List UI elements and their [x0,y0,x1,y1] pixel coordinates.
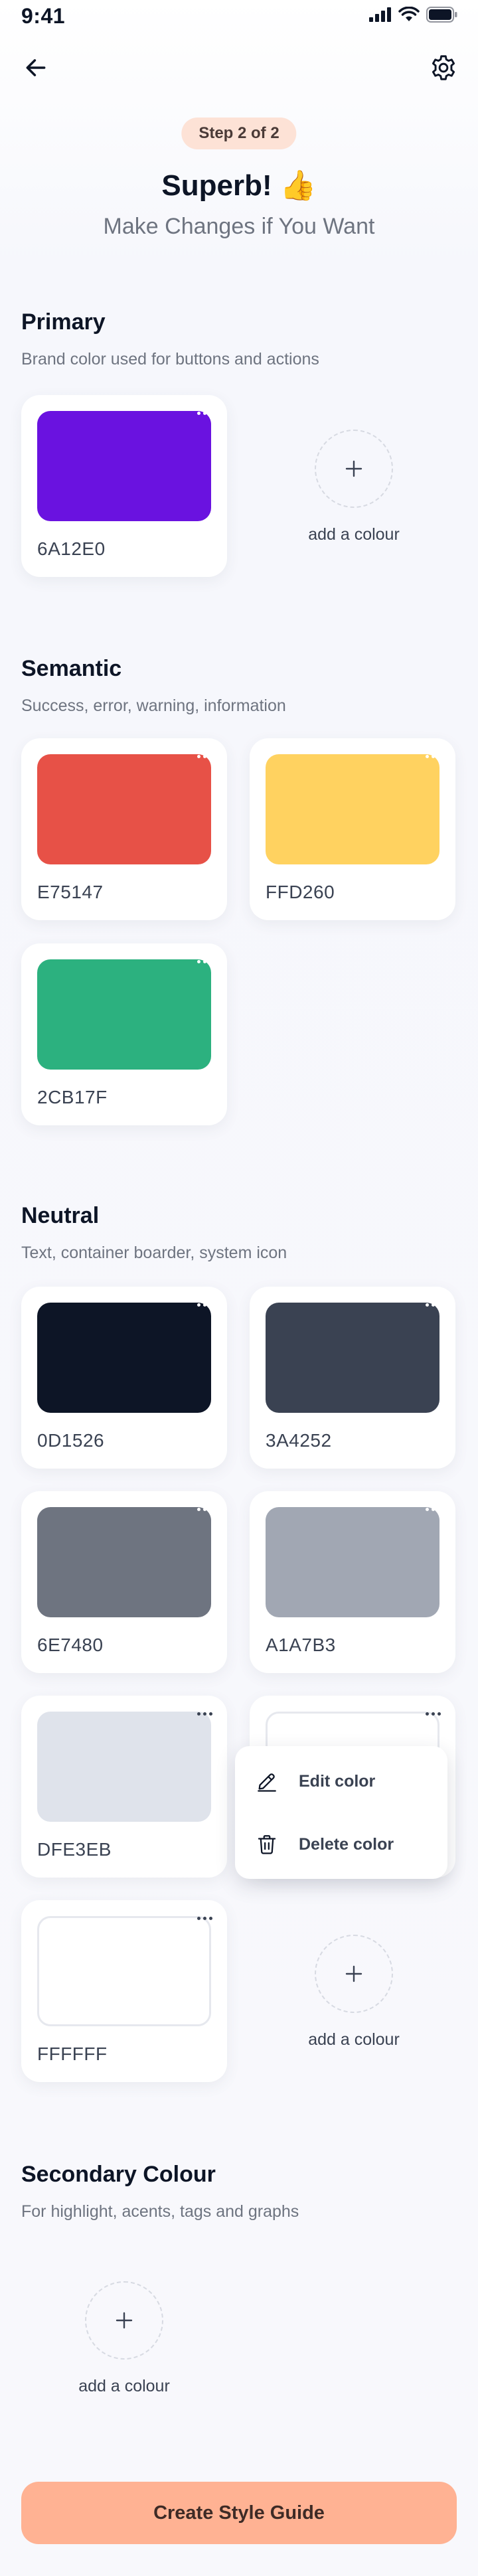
add-colour-circle [315,430,393,508]
add-colour-label: add a colour [308,2030,400,2049]
color-hex: 3A4252 [266,1430,332,1451]
plus-icon [345,460,362,477]
color-swatch [37,959,211,1070]
color-swatch [37,754,211,864]
status-icons [369,7,458,23]
more-horizontal-icon[interactable] [420,1502,446,1516]
add-colour-primary[interactable]: add a colour [251,395,457,577]
arrow-left-icon [26,59,46,76]
color-card-a1a7b3[interactable]: A1A7B3 [250,1491,455,1673]
add-colour-circle [315,1935,393,2013]
color-card-2cb17f[interactable]: 2CB17F [21,943,227,1125]
back-button[interactable] [16,48,56,88]
more-horizontal-icon[interactable] [420,1706,446,1721]
section-title-semantic: Semantic [21,656,122,681]
edit-color-label: Edit color [299,1771,376,1791]
color-hex: 2CB17F [37,1087,108,1107]
color-context-menu: Edit color Delete color [235,1746,447,1879]
page-title: Superb! 👍 [161,169,317,202]
color-card-6a12e0[interactable]: 6A12E0 [21,395,227,577]
delete-color-menu-item[interactable]: Delete color [235,1818,447,1871]
trash-icon [255,1832,279,1856]
color-swatch [266,1303,439,1413]
more-horizontal-icon[interactable] [191,1502,218,1516]
color-card-6e7480[interactable]: 6E7480 [21,1491,227,1673]
color-swatch [37,1507,211,1617]
edit-color-menu-item[interactable]: Edit color [235,1755,447,1808]
color-card-ffd260[interactable]: FFD260 [250,738,455,920]
more-horizontal-icon[interactable] [420,749,446,764]
color-hex: 6E7480 [37,1635,104,1655]
color-hex: FFFFFF [37,2044,108,2064]
section-title-secondary: Secondary Colour [21,2162,216,2187]
section-title-primary: Primary [21,309,106,335]
more-horizontal-icon[interactable] [191,1911,218,1925]
more-horizontal-icon[interactable] [191,1297,218,1312]
color-card-dfe3eb[interactable]: DFE3EB [21,1696,227,1878]
section-desc-semantic: Success, error, warning, information [21,696,286,715]
section-desc-secondary: For highlight, acents, tags and graphs [21,2202,299,2221]
color-hex: A1A7B3 [266,1635,336,1655]
color-swatch [266,754,439,864]
step-indicator: Step 2 of 2 [181,118,297,149]
more-horizontal-icon[interactable] [191,406,218,420]
color-card-e75147[interactable]: E75147 [21,738,227,920]
pencil-icon [255,1769,279,1793]
color-card-ffffff[interactable]: FFFFFF [21,1900,227,2082]
color-hex: 0D1526 [37,1430,105,1451]
wifi-icon [398,7,420,21]
top-navigation [0,46,478,93]
plus-icon [116,2312,133,2329]
color-swatch [37,411,211,521]
add-colour-neutral[interactable]: add a colour [251,1900,457,2082]
more-horizontal-icon[interactable] [191,954,218,969]
section-desc-primary: Brand color used for buttons and actions [21,350,319,368]
settings-button[interactable] [424,48,463,88]
plus-icon [345,1965,362,1982]
color-hex: FFD260 [266,882,335,902]
create-style-guide-button[interactable]: Create Style Guide [21,2482,457,2544]
color-swatch [266,1507,439,1617]
battery-icon [426,7,457,23]
more-horizontal-icon[interactable] [191,1706,218,1721]
add-colour-secondary[interactable]: add a colour [21,2247,227,2429]
color-hex: 6A12E0 [37,538,106,559]
color-card-3a4252[interactable]: 3A4252 [250,1287,455,1469]
delete-color-label: Delete color [299,1834,394,1854]
more-horizontal-icon[interactable] [420,1297,446,1312]
section-desc-neutral: Text, container boarder, system icon [21,1244,287,1262]
status-time: 9:41 [21,4,66,28]
add-colour-label: add a colour [308,525,400,544]
color-swatch [37,1916,211,2026]
status-bar: 9:41 [0,0,478,37]
color-swatch [37,1712,211,1822]
color-hex: E75147 [37,882,104,902]
color-hex: DFE3EB [37,1839,112,1860]
add-colour-label: add a colour [78,2377,170,2395]
signal-icon [369,7,391,22]
more-horizontal-icon[interactable] [191,749,218,764]
section-title-neutral: Neutral [21,1203,100,1228]
color-card-0d1526[interactable]: 0D1526 [21,1287,227,1469]
add-colour-circle [85,2281,163,2360]
page-subtitle: Make Changes if You Want [103,214,375,239]
color-swatch [37,1303,211,1413]
gear-icon [432,55,455,80]
